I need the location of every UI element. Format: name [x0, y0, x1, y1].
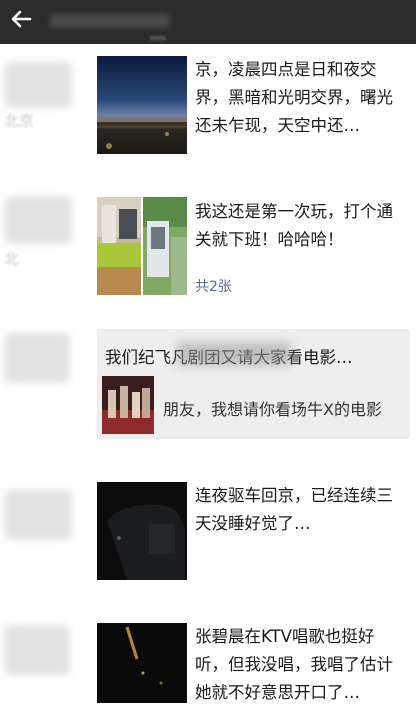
post-date: 北: [4, 190, 76, 268]
shared-link-description: 朋友，我想请你看场牛X的电影: [163, 400, 382, 419]
post-date: [4, 323, 76, 393]
post-photo[interactable]: [143, 197, 187, 295]
feed-post: 张碧晨在KTV唱歌也挺好听，但我没唱，我唱了估计她就不好意思开口了…: [0, 605, 416, 703]
blurred-mark: [150, 36, 166, 40]
feed-post: 北 我这还是第一次玩，打个通关就下班！哈哈哈！ 共2张: [0, 180, 416, 310]
post-date: [4, 482, 76, 552]
post-location: 北: [4, 250, 20, 268]
photo-count: 共2张: [195, 279, 232, 295]
post-location: 北京: [4, 112, 35, 130]
blur-mask: [177, 342, 291, 366]
post-text[interactable]: 京，凌晨四点是日和夜交界，黑暗和光明交界，曙光还未乍现，天空中还…: [195, 56, 407, 140]
shared-link-thumbnail: [102, 376, 154, 434]
feed-post: 北京 京，凌晨四点是日和夜交界，黑暗和光明交界，曙光还未乍现，天空中还…: [0, 44, 416, 164]
feed-post: 连夜驱车回京，已经连续三天没睡好觉了…: [0, 470, 416, 595]
post-photo[interactable]: [97, 56, 187, 154]
blurred-title: [50, 14, 170, 28]
post-text[interactable]: 连夜驱车回京，已经连续三天没睡好觉了…: [195, 482, 407, 538]
post-text[interactable]: 张碧晨在KTV唱歌也挺好听，但我没唱，我唱了估计她就不好意思开口了…: [195, 623, 407, 707]
post-photo[interactable]: [97, 482, 187, 580]
post-date: 北京: [4, 52, 76, 130]
top-bar: [0, 0, 416, 44]
post-date: [4, 615, 76, 685]
post-photo[interactable]: [97, 197, 141, 295]
post-photo[interactable]: [97, 623, 187, 703]
shared-link-title: 我们纪飞凡剧团又请大家看电影…: [105, 342, 353, 368]
shared-link-card[interactable]: 我们纪飞凡剧团又请大家看电影… 朋友，我想请你看场牛X的电影: [97, 329, 410, 439]
back-arrow-icon[interactable]: [6, 4, 36, 34]
post-text[interactable]: 我这还是第一次玩，打个通关就下班！哈哈哈！: [195, 198, 407, 254]
